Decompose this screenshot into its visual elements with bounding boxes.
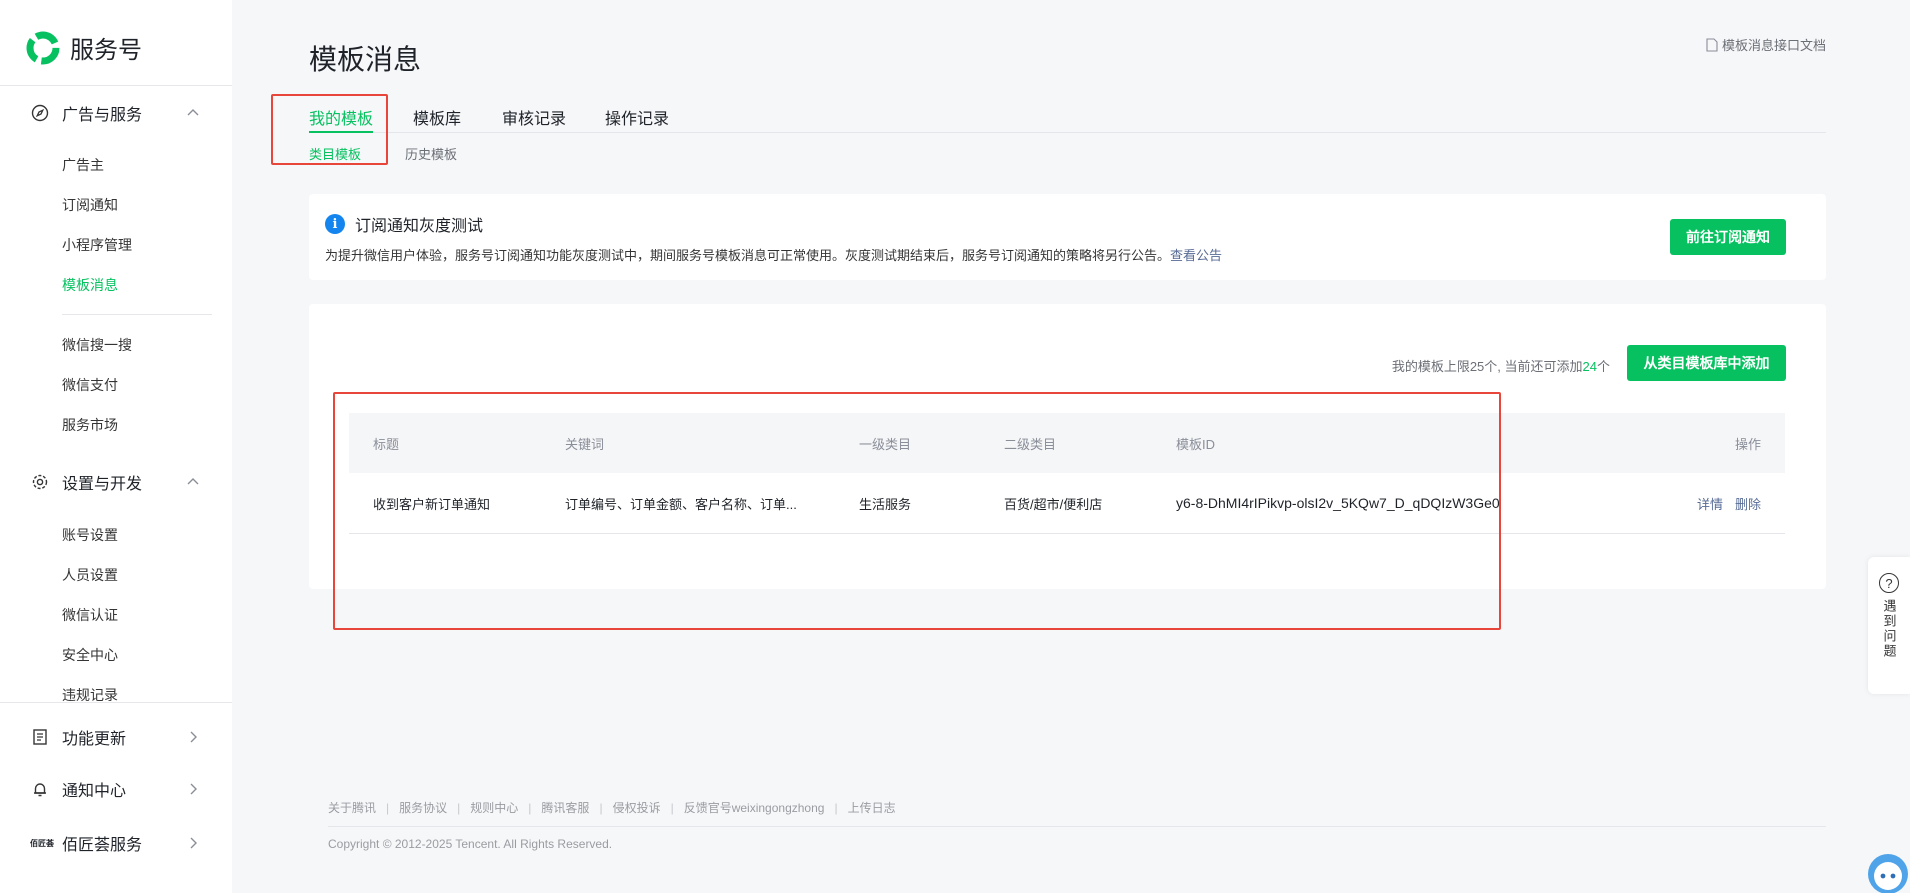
compass-icon [30,103,50,123]
subtab-history-templates[interactable]: 历史模板 [405,144,457,163]
copyright: Copyright © 2012-2025 Tencent. All Right… [328,837,613,851]
notice-desc-text: 为提升微信用户体验，服务号订阅通知功能灰度测试中，期间服务号模板消息可正常使用。… [325,248,1171,263]
question-icon: ? [1879,573,1899,593]
sidebar-group-label: 广告与服务 [62,107,143,124]
template-limit-text: 我的模板上限25个, 当前还可添加24个 [1392,356,1610,375]
sidebar-item-label: 佰匠荟服务 [62,837,143,854]
delete-link[interactable]: 删除 [1735,494,1761,513]
view-announcement-link[interactable]: 查看公告 [1170,248,1222,263]
footer-separator: | [670,800,674,815]
sidebar-item-wechat-pay[interactable]: 微信支付 [62,375,118,395]
footer-link-rules[interactable]: 规则中心 [470,799,518,816]
sidebar-item-member-settings[interactable]: 人员设置 [62,565,118,585]
notice-card: i 订阅通知灰度测试 为提升微信用户体验，服务号订阅通知功能灰度测试中，期间服务… [309,194,1826,280]
footer-separator: | [528,800,532,815]
footer-links: 关于腾讯 | 服务协议 | 规则中心 | 腾讯客服 | 侵权投诉 | 反馈官号weixin… [328,799,896,816]
help-float-button[interactable]: ? 遇到问题 [1868,557,1910,694]
account-avatar: 佰匠荟 [30,838,54,848]
page-title: 模板消息 [309,44,422,75]
sidebar-item-account-settings[interactable]: 账号设置 [62,525,118,545]
sidebar-item-miniprogram[interactable]: 小程序管理 [62,235,132,255]
sidebar-item-feature-updates[interactable]: 功能更新 [30,725,200,749]
row-actions: 详情 删除 [1685,473,1761,533]
sidebar-group-label: 设置与开发 [62,476,143,493]
bot-face-icon [1874,862,1902,890]
sidebar-item-wechat-search[interactable]: 微信搜一搜 [62,335,132,355]
footer-link-support[interactable]: 腾讯客服 [541,799,589,816]
sidebar-divider [0,702,232,703]
tab-operation-records[interactable]: 操作记录 [605,105,669,129]
tab-template-library[interactable]: 模板库 [413,105,461,129]
sidebar-item-service-market[interactable]: 服务市场 [62,415,118,435]
footer-separator: | [386,800,390,815]
sidebar-group-ads-services[interactable]: 广告与服务 [30,101,200,125]
gear-icon [30,472,50,492]
highlight-box-table [333,392,1501,630]
limit-suffix: 个 [1596,359,1610,374]
chatbot-icon[interactable] [1868,854,1908,893]
chevron-right-icon [190,731,197,743]
document-icon [1706,37,1718,52]
notice-title-text: 订阅通知灰度测试 [355,218,484,235]
chevron-up-icon [187,478,199,485]
go-subscribe-notice-button[interactable]: 前往订阅通知 [1670,219,1786,255]
service-account-logo-icon [26,31,60,64]
highlight-box-tabs [271,94,388,165]
doc-link-label: 模板消息接口文档 [1721,38,1826,53]
detail-link[interactable]: 详情 [1697,494,1723,513]
sidebar-item-subscribe-notice[interactable]: 订阅通知 [62,195,118,215]
footer-separator: | [457,800,461,815]
footer-link-infringement[interactable]: 侵权投诉 [613,799,661,816]
column-actions: 操作 [1734,436,1761,452]
bell-icon [30,779,50,799]
sidebar-item-label: 通知中心 [62,783,127,800]
sidebar-item-wechat-verify[interactable]: 微信认证 [62,605,118,625]
chevron-right-icon [190,837,197,849]
footer-separator: | [834,800,838,815]
sidebar-item-notification-center[interactable]: 通知中心 [30,777,200,801]
tab-bar: 我的模板 模板库 审核记录 操作记录 [309,105,1826,133]
tab-review-records[interactable]: 审核记录 [502,105,566,129]
brand-logo[interactable]: 服务号 [26,30,142,65]
footer-link-upload-log[interactable]: 上传日志 [848,799,896,816]
footer-divider [328,826,1826,827]
notice-title: i 订阅通知灰度测试 [325,212,483,236]
chevron-right-icon [190,783,197,795]
sidebar-group-settings-dev[interactable]: 设置与开发 [30,470,200,494]
doc-link[interactable]: 模板消息接口文档 [1706,35,1826,54]
add-from-category-library-button[interactable]: 从类目模板库中添加 [1627,345,1786,381]
sidebar-divider [62,314,212,315]
sidebar-item-template-message[interactable]: 模板消息 [62,275,118,295]
notebook-icon [30,727,50,747]
sidebar-divider [0,85,232,86]
info-icon: i [325,214,345,234]
brand-name: 服务号 [70,37,142,64]
footer-link-about[interactable]: 关于腾讯 [328,799,376,816]
chevron-up-icon [187,109,199,116]
footer-link-agreement[interactable]: 服务协议 [399,799,447,816]
limit-prefix: 我的模板上限25个, 当前还可添加 [1391,359,1583,374]
footer-link-feedback[interactable]: 反馈官号weixingongzhong [684,799,825,816]
sidebar-item-account-profile[interactable]: 佰匠荟 佰匠荟服务 [30,831,200,855]
remaining-count: 24 [1582,359,1597,374]
sidebar-item-label: 功能更新 [62,731,127,748]
sidebar-item-advertiser[interactable]: 广告主 [62,155,104,175]
notice-description: 为提升微信用户体验，服务号订阅通知功能灰度测试中，期间服务号模板消息可正常使用。… [325,245,1222,264]
help-label: 遇到问题 [1881,599,1897,659]
footer-separator: | [599,800,603,815]
sidebar-item-security-center[interactable]: 安全中心 [62,645,118,665]
sidebar: 服务号 广告与服务 广告主 订阅通知 小程序管理 模板消息 微信搜一搜 微信支付… [0,0,232,893]
